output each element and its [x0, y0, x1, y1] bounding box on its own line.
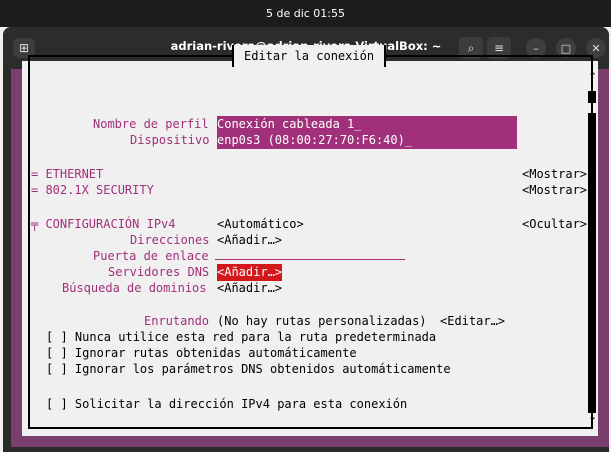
gateway-label: Puerta de enlace — [93, 249, 209, 263]
profile-name-field[interactable]: Conexión cableada 1_ — [217, 116, 517, 133]
scroll-down-arrow-icon[interactable]: ↓ — [588, 410, 597, 423]
security-section-header: = 802.1X SECURITY — [31, 183, 154, 197]
require-ipv4-checkbox[interactable]: [ ] Solicitar la dirección IPv4 para est… — [46, 396, 407, 413]
scroll-up-arrow-icon[interactable]: ↑ — [588, 70, 597, 83]
addresses-add-button[interactable]: <Añadir…> — [217, 232, 282, 249]
ignore-auto-dns-checkbox[interactable]: [ ] Ignorar los parámetros DNS obtenidos… — [46, 361, 451, 378]
ethernet-section-header: = ETHERNET — [31, 167, 104, 181]
system-top-bar: 5 de dic 01:55 — [0, 0, 611, 27]
security-show-button[interactable]: <Mostrar> — [522, 182, 587, 199]
ignore-auto-routes-checkbox[interactable]: [ ] Ignorar rutas obtenidas automáticame… — [46, 345, 357, 362]
routing-value: (No hay rutas personalizadas) — [217, 314, 427, 328]
ipv4-section-header: ╤ CONFIGURACIÓN IPv4 — [31, 217, 176, 231]
ethernet-show-button[interactable]: <Mostrar> — [522, 166, 587, 183]
search-domains-add-button[interactable]: <Añadir…> — [217, 280, 282, 297]
search-domains-label: Búsqueda de dominios — [62, 281, 207, 295]
system-clock[interactable]: 5 de dic 01:55 — [266, 7, 345, 20]
addresses-label: Direcciones — [130, 233, 210, 247]
routing-label: Enrutando — [144, 314, 210, 328]
dns-servers-label: Servidores DNS — [108, 265, 210, 279]
close-icon: ✕ — [591, 41, 601, 55]
search-icon: ⌕ — [467, 40, 475, 55]
scrollbar-track[interactable] — [588, 113, 596, 413]
ipv4-hide-button[interactable]: <Ocultar> — [522, 216, 587, 233]
scrollbar-thumb[interactable] — [588, 91, 596, 103]
device-field[interactable]: enp0s3 (08:00:27:70:F6:40)_ — [217, 132, 517, 149]
hamburger-menu-icon: ≡ — [493, 41, 505, 55]
profile-name-label: Nombre de perfil — [93, 117, 209, 131]
dialog-title: Editar la conexión — [244, 49, 375, 63]
minimize-icon: – — [533, 41, 539, 55]
ipv4-mode-dropdown[interactable]: <Automático> — [217, 216, 304, 233]
dialog-title-box: Editar la conexión — [232, 45, 387, 67]
maximize-icon: □ — [560, 41, 572, 55]
routing-edit-button[interactable]: <Editar…> — [440, 313, 505, 330]
gateway-input[interactable] — [215, 258, 405, 260]
dns-add-button[interactable]: <Añadir…> — [217, 264, 283, 281]
never-default-route-checkbox[interactable]: [ ] Nunca utilice esta red para la ruta … — [46, 329, 436, 346]
device-label: Dispositivo — [130, 133, 210, 147]
